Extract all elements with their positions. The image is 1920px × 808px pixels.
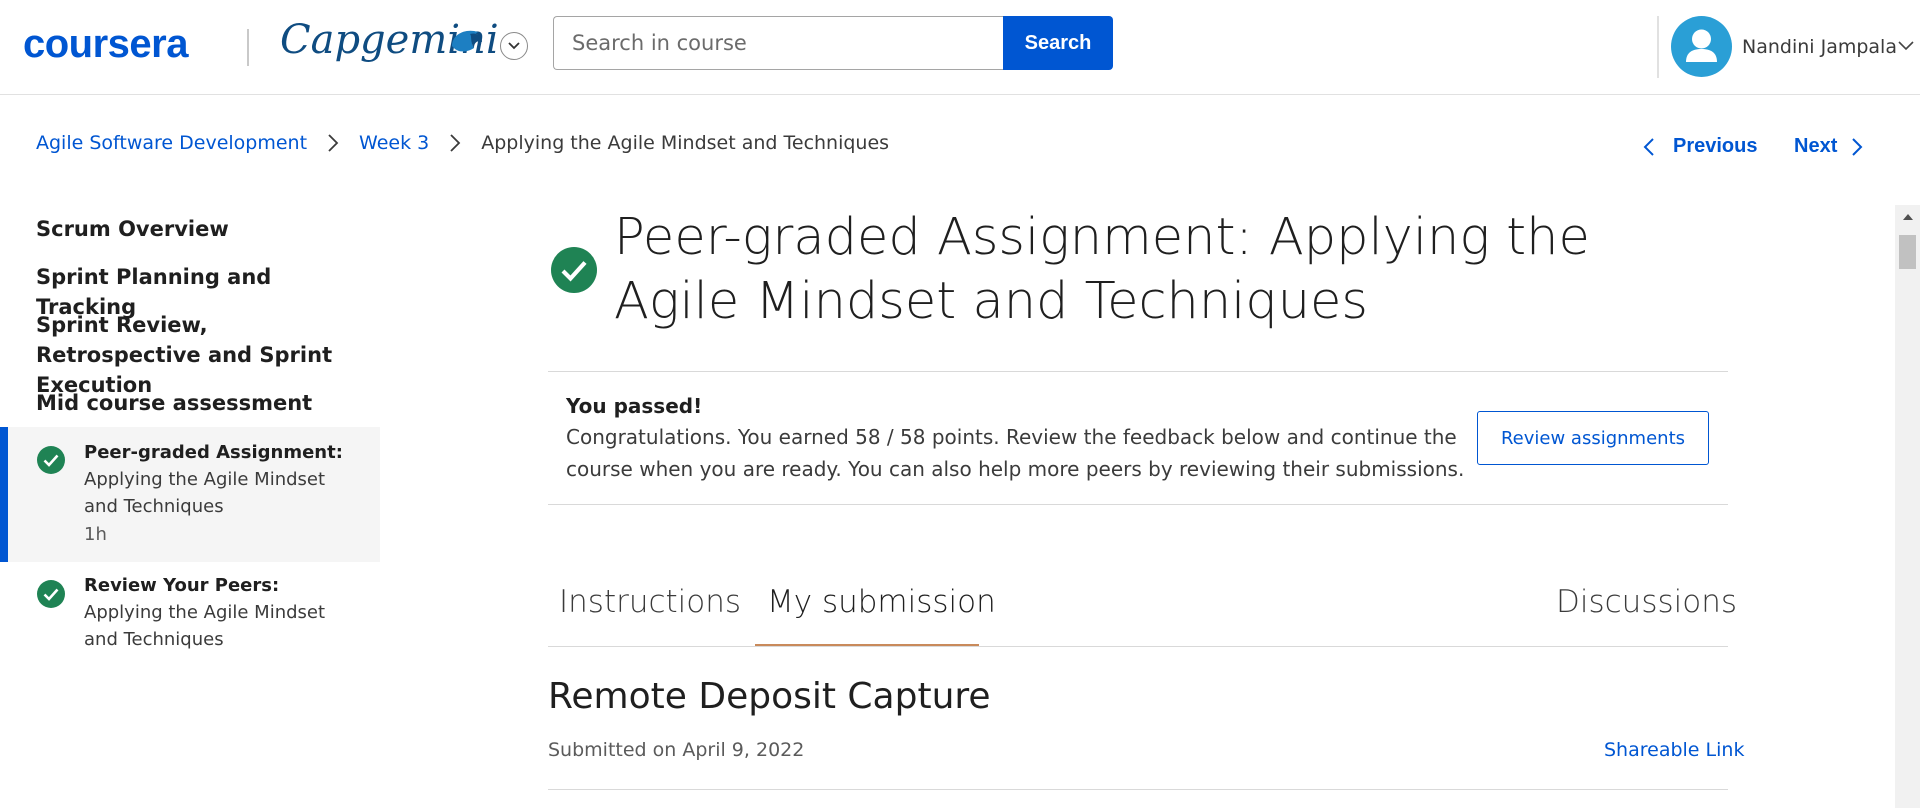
scrollbar-thumb[interactable] <box>1899 235 1916 269</box>
divider <box>548 789 1728 790</box>
chevron-down-icon <box>508 42 520 50</box>
chevron-right-icon <box>327 133 339 153</box>
previous-button[interactable]: Previous <box>1643 135 1757 158</box>
chevron-left-icon <box>1643 137 1654 156</box>
sidebar-item-name: Applying the Agile Mindset and Technique… <box>84 469 326 517</box>
active-tab-indicator <box>755 644 979 646</box>
divider <box>548 504 1728 505</box>
pass-message: Congratulations. You earned 58 / 58 poin… <box>566 425 1465 481</box>
submission-title: Remote Deposit Capture <box>548 676 991 717</box>
sidebar-item-name: Applying the Agile Mindset and Technique… <box>84 602 326 650</box>
partner-dropdown-button[interactable] <box>500 32 528 60</box>
chevron-right-icon <box>449 133 461 153</box>
search-input[interactable] <box>553 16 1003 70</box>
sidebar-item-duration: 1h <box>84 524 107 545</box>
sidebar-item-label: Peer-graded Assignment: Applying the Agi… <box>84 439 354 520</box>
previous-label: Previous <box>1673 135 1758 157</box>
check-circle-icon <box>551 247 597 293</box>
sidebar-item-label: Review Your Peers: Applying the Agile Mi… <box>84 572 354 653</box>
page-title: Peer-graded Assignment: Applying the Agi… <box>614 208 1590 331</box>
chevron-down-icon[interactable] <box>1898 41 1914 51</box>
scroll-up-arrow-icon[interactable] <box>1895 205 1920 227</box>
check-circle-icon <box>37 446 65 474</box>
sidebar-section-scrum-overview[interactable]: Scrum Overview <box>36 214 366 244</box>
search-button[interactable]: Search <box>1003 16 1113 70</box>
sidebar-section-mid-course[interactable]: Mid course assessment <box>36 388 366 418</box>
breadcrumb: Agile Software Development Week 3 Applyi… <box>36 132 889 154</box>
coursera-logo[interactable]: coursera <box>23 22 188 67</box>
avatar[interactable] <box>1671 16 1732 77</box>
sidebar-section-sprint-review[interactable]: Sprint Review, Retrospective and Sprint … <box>36 310 366 400</box>
review-assignments-button[interactable]: Review assignments <box>1477 411 1709 465</box>
breadcrumb-week-link[interactable]: Week 3 <box>359 132 429 154</box>
check-circle-icon <box>37 580 65 608</box>
scrollbar[interactable] <box>1895 205 1920 808</box>
submission-date: Submitted on April 9, 2022 <box>548 739 805 761</box>
tab-instructions[interactable]: Instructions <box>559 584 741 620</box>
top-header: coursera Capgemini Search Nandini Jampal… <box>0 0 1920 95</box>
chevron-right-icon <box>1852 137 1863 156</box>
breadcrumb-course-link[interactable]: Agile Software Development <box>36 132 307 154</box>
sidebar-item-type: Peer-graded Assignment: <box>84 442 343 463</box>
user-name[interactable]: Nandini Jampala <box>1742 36 1897 58</box>
tabs-divider <box>548 646 1728 647</box>
user-icon <box>1686 29 1717 62</box>
next-label: Next <box>1794 135 1838 157</box>
shareable-link[interactable]: Shareable Link <box>1604 739 1744 761</box>
tab-discussions[interactable]: Discussions <box>1556 584 1737 620</box>
pass-heading: You passed! <box>566 394 703 418</box>
breadcrumb-current: Applying the Agile Mindset and Technique… <box>481 132 890 154</box>
sidebar-item-type: Review Your Peers: <box>84 575 280 596</box>
tab-my-submission[interactable]: My submission <box>767 584 996 620</box>
sidebar-item-review-your-peers[interactable]: Review Your Peers: Applying the Agile Mi… <box>0 562 380 662</box>
sidebar-item-peer-graded-assignment[interactable]: Peer-graded Assignment: Applying the Agi… <box>0 427 380 562</box>
divider <box>548 371 1728 372</box>
logo-divider <box>247 29 249 66</box>
next-button[interactable]: Next <box>1794 135 1863 158</box>
partner-spade-icon <box>452 30 482 52</box>
header-divider <box>1657 16 1659 78</box>
